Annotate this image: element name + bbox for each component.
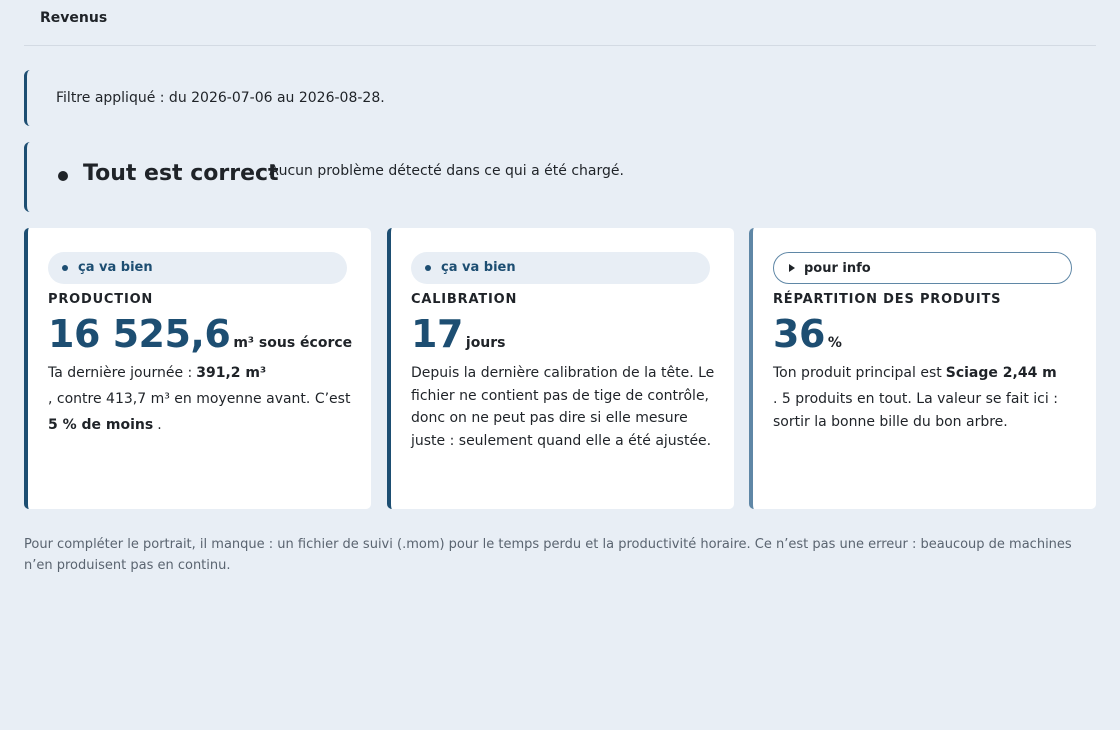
card-body: Ton produit principal est Sciage 2,44 m .… bbox=[773, 362, 1078, 434]
card-value: 16 525,6 m³ sous écorce bbox=[48, 312, 352, 356]
card-value: 17 jours bbox=[411, 312, 506, 356]
card-value-number: 16 525,6 bbox=[48, 312, 231, 356]
card-body-line-1: Ta dernière journée :391,2 m³ bbox=[48, 362, 353, 385]
status-banner: Tout est correct Aucun problème détecté … bbox=[24, 142, 1096, 212]
card-body: Depuis la dernière calibration de la têt… bbox=[411, 365, 715, 449]
card-body-text: Ton produit principal est bbox=[773, 365, 942, 381]
status-title: Tout est correct bbox=[83, 161, 279, 186]
dot-icon bbox=[62, 265, 68, 271]
badge-label: pour info bbox=[804, 261, 871, 276]
badge-label: ça va bien bbox=[441, 260, 516, 275]
card-label: RÉPARTITION DES PRODUITS bbox=[773, 292, 1002, 307]
card-body-bold: 391,2 m³ bbox=[196, 365, 267, 381]
card-body-line-2: . 5 produits en tout. La valeur se fait … bbox=[773, 391, 1058, 430]
card-repartition: pour info RÉPARTITION DES PRODUITS 36% T… bbox=[749, 228, 1096, 509]
tab-bar: Revenus bbox=[24, 0, 1096, 46]
card-value: 36% bbox=[773, 312, 842, 356]
card-production: ça va bien PRODUCTION 16 525,6 m³ sous éc… bbox=[24, 228, 371, 509]
card-body: Ta dernière journée :391,2 m³ , contre 4… bbox=[48, 362, 353, 437]
card-value-unit: % bbox=[827, 335, 842, 351]
card-body-line-1: Ton produit principal est Sciage 2,44 m bbox=[773, 362, 1078, 385]
status-badge-ok: ça va bien bbox=[48, 252, 347, 284]
footnote: Pour compléter le portrait, il manque : … bbox=[24, 537, 1072, 573]
card-body-text: Ta dernière journée : bbox=[48, 365, 193, 381]
card-body-bold: 5 % de moins bbox=[48, 417, 154, 433]
card-body-line-3: 5 % de moins. bbox=[48, 414, 353, 437]
badge-label: ça va bien bbox=[78, 260, 153, 275]
card-calibration: ça va bien CALIBRATION 17 jours Depuis la… bbox=[387, 228, 734, 509]
card-body-line-2: , contre 413,7 m³ en moyenne avant. C’es… bbox=[48, 391, 351, 407]
filter-banner: Filtre appliqué : du 2026-07-06 au 2026-… bbox=[24, 70, 1096, 126]
card-label: CALIBRATION bbox=[411, 292, 518, 307]
tab-revenus[interactable]: Revenus bbox=[40, 10, 107, 26]
bullet-dot-icon bbox=[58, 171, 68, 181]
status-description: Aucun problème détecté dans ce qui a été… bbox=[269, 163, 624, 179]
card-value-unit: m³ sous écorce bbox=[233, 335, 353, 351]
card-label: PRODUCTION bbox=[48, 292, 154, 307]
dot-icon bbox=[425, 265, 431, 271]
status-badge-ok: ça va bien bbox=[411, 252, 710, 284]
card-value-unit: jours bbox=[465, 335, 506, 351]
info-badge[interactable]: pour info bbox=[773, 252, 1072, 284]
card-body-bold: Sciage 2,44 m bbox=[945, 365, 1057, 381]
filter-text: Filtre appliqué : du 2026-07-06 au 2026-… bbox=[56, 90, 385, 106]
triangle-right-icon bbox=[789, 264, 795, 272]
card-value-number: 17 bbox=[411, 312, 463, 356]
card-body-text: . bbox=[157, 417, 162, 433]
card-value-number: 36 bbox=[773, 312, 825, 356]
